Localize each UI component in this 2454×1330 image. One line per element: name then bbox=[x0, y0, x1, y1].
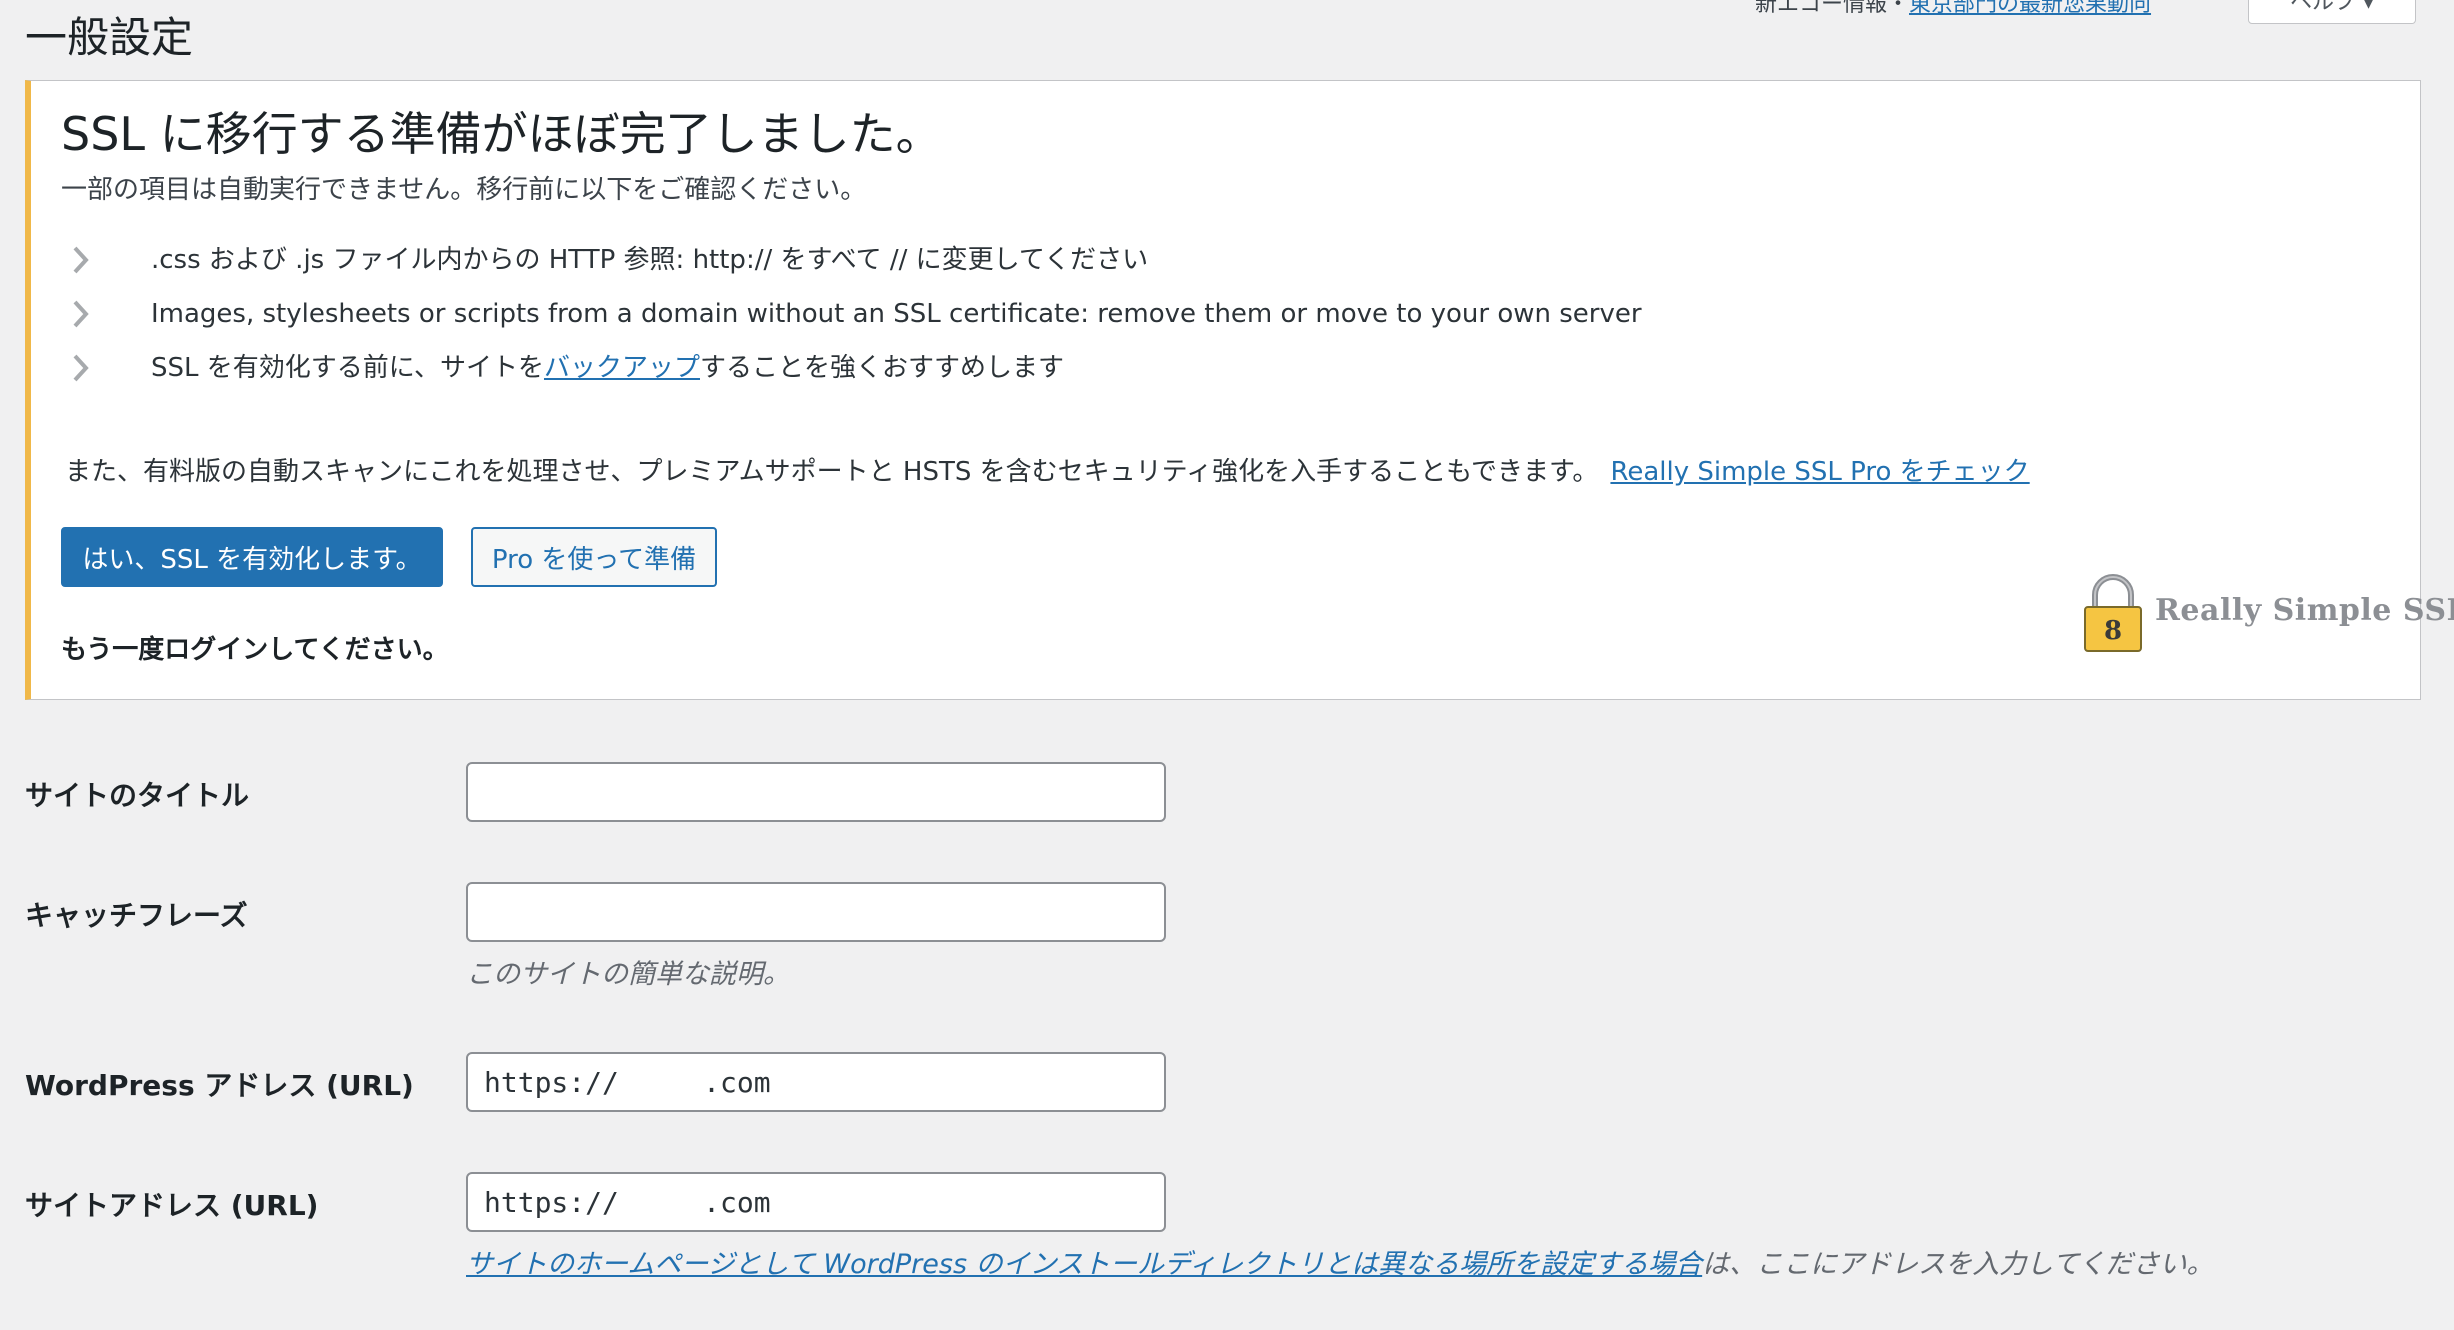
top-news-prefix: 新エコー情報・ bbox=[1755, 0, 1910, 17]
list-item: .css および .js ファイル内からの HTTP 参照: http:// を… bbox=[61, 233, 1642, 287]
page-title: 一般設定 bbox=[25, 13, 194, 62]
pro-note: また、有料版の自動スキャンにこれを処理させ、プレミアムサポートと HSTS を含… bbox=[65, 451, 2030, 488]
tagline-description: このサイトの簡単な説明。 bbox=[466, 959, 790, 990]
pro-check-link[interactable]: Really Simple SSL Pro をチェック bbox=[1610, 457, 2029, 487]
ssl-notice: SSL に移行する準備がほぼ完了しました。 一部の項目は自動実行できません。移行… bbox=[25, 80, 2454, 700]
site-url-input[interactable] bbox=[466, 1172, 1166, 1232]
site-title-label: サイトのタイトル bbox=[25, 779, 250, 812]
really-simple-ssl-logo: 8 Really Simple SSL bbox=[2051, 571, 2454, 661]
top-news: 新エコー情報・東京部門の最新您果動向 bbox=[1755, 0, 2151, 18]
site-url-label: サイトアドレス (URL) bbox=[25, 1189, 319, 1222]
notice-subtitle: 一部の項目は自動実行できません。移行前に以下をご確認ください。 bbox=[61, 175, 867, 205]
padlock-digit: 8 bbox=[2104, 616, 2122, 646]
relogin-notice: もう一度ログインしてください。 bbox=[61, 635, 449, 665]
help-tab-button[interactable]: ヘルプ ▾ bbox=[2248, 0, 2416, 24]
list-item-text: Images, stylesheets or scripts from a do… bbox=[151, 299, 1642, 329]
site-url-desc-after: は、ここにアドレスを入力してください。 bbox=[1702, 1249, 2214, 1280]
chevron-right-icon bbox=[65, 352, 97, 384]
chevron-right-icon bbox=[65, 244, 97, 276]
notice-title: SSL に移行する準備がほぼ完了しました。 bbox=[61, 107, 942, 161]
pro-note-text: また、有料版の自動スキャンにこれを処理させ、プレミアムサポートと HSTS を含… bbox=[65, 457, 1599, 487]
top-news-link[interactable]: 東京部門の最新您果動向 bbox=[1909, 0, 2151, 17]
backup-link[interactable]: バックアップ bbox=[544, 353, 700, 383]
chevron-right-icon bbox=[65, 298, 97, 330]
list-item: SSL を有効化する前に、サイトをバックアップすることを強くおすすめします bbox=[61, 341, 1642, 395]
site-title-input[interactable] bbox=[466, 762, 1166, 822]
pro-prepare-button[interactable]: Pro を使って準備 bbox=[471, 527, 717, 587]
list-item: Images, stylesheets or scripts from a do… bbox=[61, 287, 1642, 341]
site-url-description: サイトのホームページとして WordPress のインストールディレクトリとは異… bbox=[466, 1242, 2214, 1281]
wp-url-label: WordPress アドレス (URL) bbox=[25, 1069, 414, 1102]
wp-url-input[interactable] bbox=[466, 1052, 1166, 1112]
list-item-text: .css および .js ファイル内からの HTTP 参照: http:// を… bbox=[151, 245, 1149, 275]
enable-ssl-button[interactable]: はい、SSL を有効化します。 bbox=[61, 527, 443, 587]
list-item-text-after: することを強くおすすめします bbox=[700, 353, 1065, 383]
tagline-input[interactable] bbox=[466, 882, 1166, 942]
checklist: .css および .js ファイル内からの HTTP 参照: http:// を… bbox=[61, 233, 1642, 395]
padlock-icon: 8 bbox=[2084, 574, 2142, 652]
logo-text: Really Simple SSL bbox=[2155, 593, 2454, 628]
site-url-help-link[interactable]: サイトのホームページとして WordPress のインストールディレクトリとは異… bbox=[466, 1249, 1702, 1280]
tagline-label: キャッチフレーズ bbox=[25, 899, 248, 932]
list-item-text-before: SSL を有効化する前に、サイトを bbox=[151, 353, 544, 383]
